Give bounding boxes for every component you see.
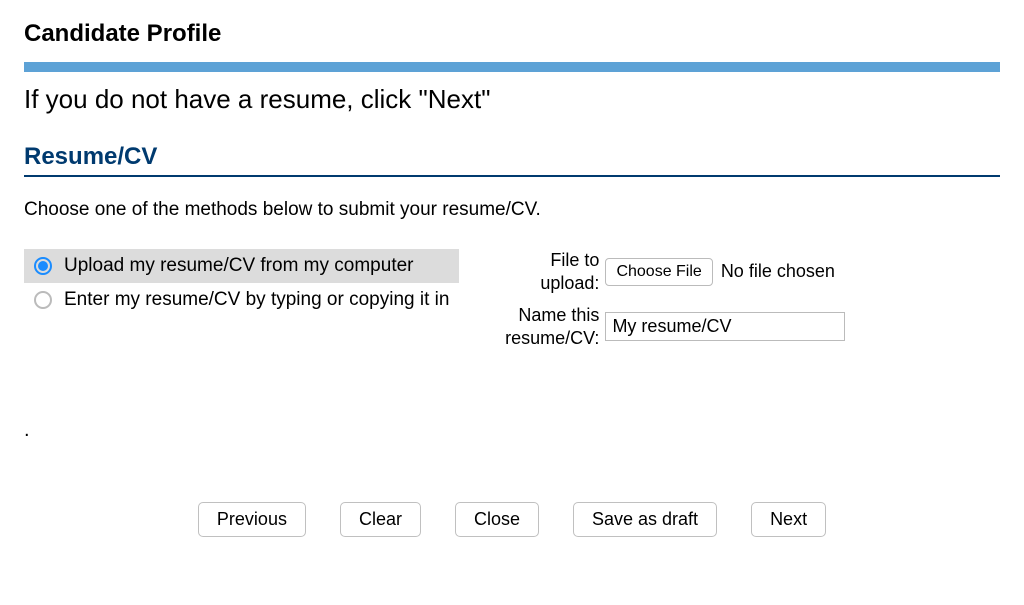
radio-upload-label: Upload my resume/CV from my computer	[64, 255, 414, 277]
file-upload-label: File to upload:	[489, 249, 599, 294]
radio-group: Upload my resume/CV from my computer Ent…	[24, 249, 459, 359]
instruction-text: If you do not have a resume, click "Next…	[24, 84, 1000, 115]
upload-fields: File to upload: Choose File No file chos…	[489, 249, 1000, 359]
action-button-bar: Previous Clear Close Save as draft Next	[24, 502, 1000, 537]
sub-instruction-text: Choose one of the methods below to submi…	[24, 199, 1000, 221]
close-button[interactable]: Close	[455, 502, 539, 537]
section-heading-resume: Resume/CV	[24, 143, 1000, 177]
choose-file-button[interactable]: Choose File	[605, 258, 712, 286]
previous-button[interactable]: Previous	[198, 502, 306, 537]
radio-upload-option[interactable]: Upload my resume/CV from my computer	[24, 249, 459, 283]
radio-type-label: Enter my resume/CV by typing or copying …	[64, 289, 449, 311]
file-chosen-status: No file chosen	[721, 261, 835, 282]
divider-bar	[24, 62, 1000, 72]
page-title: Candidate Profile	[24, 20, 1000, 48]
clear-button[interactable]: Clear	[340, 502, 421, 537]
radio-icon	[34, 291, 52, 309]
name-resume-row: Name this resume/CV:	[489, 304, 1000, 349]
next-button[interactable]: Next	[751, 502, 826, 537]
radio-type-option[interactable]: Enter my resume/CV by typing or copying …	[24, 283, 459, 317]
radio-icon	[34, 257, 52, 275]
period-text: .	[24, 419, 1000, 442]
file-upload-row: File to upload: Choose File No file chos…	[489, 249, 1000, 294]
name-resume-label: Name this resume/CV:	[489, 304, 599, 349]
save-as-draft-button[interactable]: Save as draft	[573, 502, 717, 537]
resume-method-container: Upload my resume/CV from my computer Ent…	[24, 249, 1000, 359]
name-resume-input[interactable]	[605, 312, 845, 341]
